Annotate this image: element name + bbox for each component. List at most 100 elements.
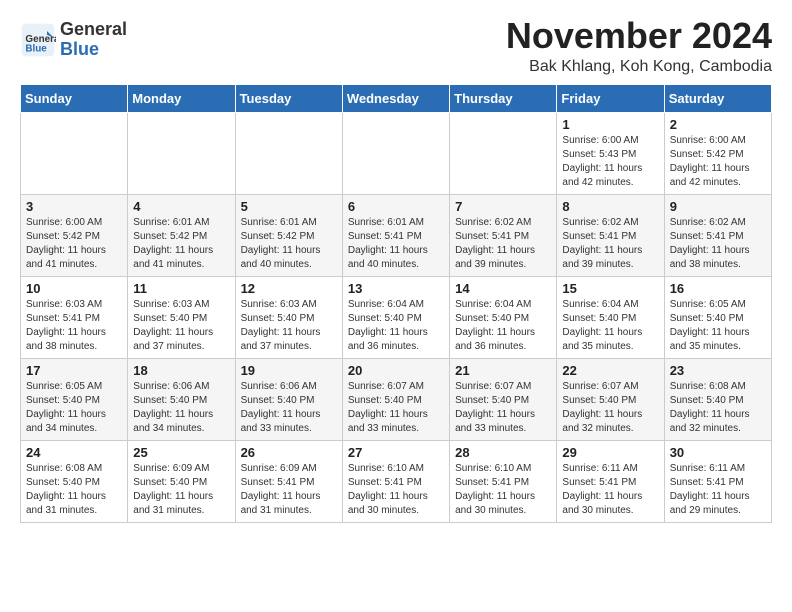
calendar-week-4: 17 Sunrise: 6:05 AM Sunset: 5:40 PM Dayli… <box>21 358 772 440</box>
calendar-table: Sunday Monday Tuesday Wednesday Thursday… <box>20 84 772 523</box>
calendar-cell: 3 Sunrise: 6:00 AM Sunset: 5:42 PM Daylig… <box>21 194 128 276</box>
title-block: November 2024 Bak Khlang, Koh Kong, Camb… <box>506 16 772 76</box>
calendar-header: Sunday Monday Tuesday Wednesday Thursday… <box>21 84 772 112</box>
day-number: 1 <box>562 117 658 132</box>
day-info: Sunrise: 6:02 AM Sunset: 5:41 PM Dayligh… <box>670 216 766 272</box>
day-info: Sunrise: 6:10 AM Sunset: 5:41 PM Dayligh… <box>348 462 444 518</box>
logo-icon: General Blue <box>20 22 56 58</box>
day-number: 20 <box>348 363 444 378</box>
day-info: Sunrise: 6:06 AM Sunset: 5:40 PM Dayligh… <box>241 380 337 436</box>
col-monday: Monday <box>128 84 235 112</box>
day-info: Sunrise: 6:02 AM Sunset: 5:41 PM Dayligh… <box>562 216 658 272</box>
day-number: 13 <box>348 281 444 296</box>
calendar-body: 1 Sunrise: 6:00 AM Sunset: 5:43 PM Daylig… <box>21 112 772 522</box>
col-saturday: Saturday <box>664 84 771 112</box>
day-number: 4 <box>133 199 229 214</box>
calendar-cell: 12Sunrise: 6:03 AM Sunset: 5:40 PM Dayli… <box>235 276 342 358</box>
day-info: Sunrise: 6:00 AM Sunset: 5:42 PM Dayligh… <box>26 216 122 272</box>
calendar-cell: 15 Sunrise: 6:04 AM Sunset: 5:40 PM Dayli… <box>557 276 664 358</box>
calendar-cell: 26Sunrise: 6:09 AM Sunset: 5:41 PM Dayli… <box>235 440 342 522</box>
calendar-cell: 23Sunrise: 6:08 AM Sunset: 5:40 PM Dayli… <box>664 358 771 440</box>
day-info: Sunrise: 6:05 AM Sunset: 5:40 PM Dayligh… <box>26 380 122 436</box>
calendar-cell: 5Sunrise: 6:01 AM Sunset: 5:42 PM Daylig… <box>235 194 342 276</box>
day-number: 27 <box>348 445 444 460</box>
header-row: Sunday Monday Tuesday Wednesday Thursday… <box>21 84 772 112</box>
calendar-cell: 11 Sunrise: 6:03 AM Sunset: 5:40 PM Dayli… <box>128 276 235 358</box>
header: General Blue General Blue November 2024 … <box>20 16 772 76</box>
location: Bak Khlang, Koh Kong, Cambodia <box>506 58 772 76</box>
calendar-cell <box>342 112 449 194</box>
calendar-cell: 22Sunrise: 6:07 AM Sunset: 5:40 PM Dayli… <box>557 358 664 440</box>
day-info: Sunrise: 6:11 AM Sunset: 5:41 PM Dayligh… <box>562 462 658 518</box>
day-info: Sunrise: 6:03 AM Sunset: 5:41 PM Dayligh… <box>26 298 122 354</box>
calendar-cell: 17 Sunrise: 6:05 AM Sunset: 5:40 PM Dayli… <box>21 358 128 440</box>
day-number: 15 <box>562 281 658 296</box>
calendar-cell: 13 Sunrise: 6:04 AM Sunset: 5:40 PM Dayli… <box>342 276 449 358</box>
calendar-cell: 18 Sunrise: 6:06 AM Sunset: 5:40 PM Dayli… <box>128 358 235 440</box>
day-info: Sunrise: 6:10 AM Sunset: 5:41 PM Dayligh… <box>455 462 551 518</box>
calendar-cell <box>21 112 128 194</box>
day-number: 19 <box>241 363 337 378</box>
day-info: Sunrise: 6:04 AM Sunset: 5:40 PM Dayligh… <box>455 298 551 354</box>
calendar-cell: 6 Sunrise: 6:01 AM Sunset: 5:41 PM Daylig… <box>342 194 449 276</box>
month-title: November 2024 <box>506 16 772 56</box>
calendar-cell: 8 Sunrise: 6:02 AM Sunset: 5:41 PM Daylig… <box>557 194 664 276</box>
day-info: Sunrise: 6:01 AM Sunset: 5:41 PM Dayligh… <box>348 216 444 272</box>
col-sunday: Sunday <box>21 84 128 112</box>
col-thursday: Thursday <box>450 84 557 112</box>
day-number: 18 <box>133 363 229 378</box>
day-info: Sunrise: 6:08 AM Sunset: 5:40 PM Dayligh… <box>26 462 122 518</box>
day-info: Sunrise: 6:02 AM Sunset: 5:41 PM Dayligh… <box>455 216 551 272</box>
calendar-cell: 14 Sunrise: 6:04 AM Sunset: 5:40 PM Dayli… <box>450 276 557 358</box>
day-info: Sunrise: 6:00 AM Sunset: 5:42 PM Dayligh… <box>670 134 766 190</box>
day-number: 3 <box>26 199 122 214</box>
page: General Blue General Blue November 2024 … <box>0 0 792 539</box>
day-number: 7 <box>455 199 551 214</box>
day-number: 9 <box>670 199 766 214</box>
day-number: 17 <box>26 363 122 378</box>
day-number: 29 <box>562 445 658 460</box>
day-number: 2 <box>670 117 766 132</box>
day-number: 6 <box>348 199 444 214</box>
calendar-cell <box>450 112 557 194</box>
day-info: Sunrise: 6:06 AM Sunset: 5:40 PM Dayligh… <box>133 380 229 436</box>
calendar-cell: 9 Sunrise: 6:02 AM Sunset: 5:41 PM Daylig… <box>664 194 771 276</box>
calendar-week-5: 24Sunrise: 6:08 AM Sunset: 5:40 PM Dayli… <box>21 440 772 522</box>
day-number: 22 <box>562 363 658 378</box>
day-number: 11 <box>133 281 229 296</box>
calendar-cell: 2 Sunrise: 6:00 AM Sunset: 5:42 PM Daylig… <box>664 112 771 194</box>
day-number: 10 <box>26 281 122 296</box>
calendar-cell: 30Sunrise: 6:11 AM Sunset: 5:41 PM Dayli… <box>664 440 771 522</box>
day-info: Sunrise: 6:04 AM Sunset: 5:40 PM Dayligh… <box>562 298 658 354</box>
day-info: Sunrise: 6:05 AM Sunset: 5:40 PM Dayligh… <box>670 298 766 354</box>
day-info: Sunrise: 6:07 AM Sunset: 5:40 PM Dayligh… <box>455 380 551 436</box>
calendar-cell: 28Sunrise: 6:10 AM Sunset: 5:41 PM Dayli… <box>450 440 557 522</box>
day-number: 14 <box>455 281 551 296</box>
day-info: Sunrise: 6:04 AM Sunset: 5:40 PM Dayligh… <box>348 298 444 354</box>
day-info: Sunrise: 6:00 AM Sunset: 5:43 PM Dayligh… <box>562 134 658 190</box>
calendar-week-1: 1 Sunrise: 6:00 AM Sunset: 5:43 PM Daylig… <box>21 112 772 194</box>
logo: General Blue General Blue <box>20 20 127 60</box>
calendar-cell: 16Sunrise: 6:05 AM Sunset: 5:40 PM Dayli… <box>664 276 771 358</box>
calendar-week-2: 3 Sunrise: 6:00 AM Sunset: 5:42 PM Daylig… <box>21 194 772 276</box>
day-number: 8 <box>562 199 658 214</box>
calendar-cell: 20Sunrise: 6:07 AM Sunset: 5:40 PM Dayli… <box>342 358 449 440</box>
calendar-cell: 27 Sunrise: 6:10 AM Sunset: 5:41 PM Dayli… <box>342 440 449 522</box>
calendar-cell: 4Sunrise: 6:01 AM Sunset: 5:42 PM Daylig… <box>128 194 235 276</box>
day-info: Sunrise: 6:09 AM Sunset: 5:41 PM Dayligh… <box>241 462 337 518</box>
calendar-cell: 29 Sunrise: 6:11 AM Sunset: 5:41 PM Dayli… <box>557 440 664 522</box>
calendar-week-3: 10 Sunrise: 6:03 AM Sunset: 5:41 PM Dayli… <box>21 276 772 358</box>
col-friday: Friday <box>557 84 664 112</box>
calendar-cell: 25Sunrise: 6:09 AM Sunset: 5:40 PM Dayli… <box>128 440 235 522</box>
day-info: Sunrise: 6:03 AM Sunset: 5:40 PM Dayligh… <box>241 298 337 354</box>
calendar-cell: 21Sunrise: 6:07 AM Sunset: 5:40 PM Dayli… <box>450 358 557 440</box>
calendar-cell: 7 Sunrise: 6:02 AM Sunset: 5:41 PM Daylig… <box>450 194 557 276</box>
day-info: Sunrise: 6:03 AM Sunset: 5:40 PM Dayligh… <box>133 298 229 354</box>
calendar-cell: 10 Sunrise: 6:03 AM Sunset: 5:41 PM Dayli… <box>21 276 128 358</box>
logo-blue-text: Blue <box>60 40 127 60</box>
logo-general-text: General <box>60 20 127 40</box>
calendar-cell: 19 Sunrise: 6:06 AM Sunset: 5:40 PM Dayli… <box>235 358 342 440</box>
day-number: 25 <box>133 445 229 460</box>
calendar-cell: 1 Sunrise: 6:00 AM Sunset: 5:43 PM Daylig… <box>557 112 664 194</box>
day-number: 5 <box>241 199 337 214</box>
